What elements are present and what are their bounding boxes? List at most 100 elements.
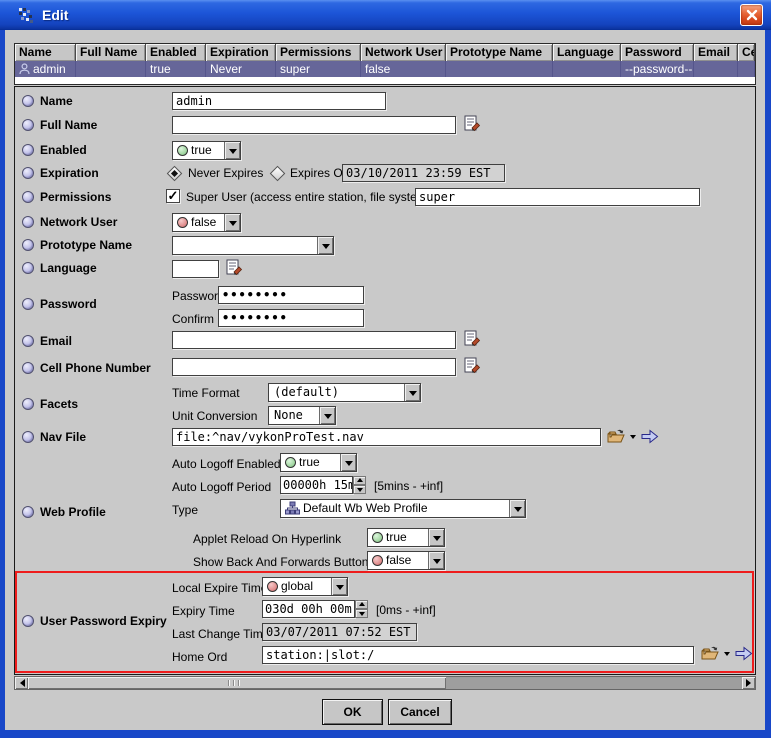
column-header-name[interactable]: Name xyxy=(15,44,76,61)
chevron-down-icon[interactable] xyxy=(224,142,240,159)
chevron-down-icon[interactable] xyxy=(319,407,335,424)
row-cell-full-name[interactable] xyxy=(76,61,146,77)
cell-phone-field[interactable] xyxy=(172,358,456,376)
row-cell-network-user[interactable]: false xyxy=(361,61,446,77)
folder-open-icon[interactable] xyxy=(700,645,720,667)
scroll-right-icon[interactable] xyxy=(742,677,755,689)
row-cell-password[interactable]: --password-- xyxy=(621,61,694,77)
email-field[interactable] xyxy=(172,331,456,349)
column-header-expiration[interactable]: Expiration xyxy=(206,44,276,61)
table-empty-area xyxy=(15,77,755,84)
option-user-password-expiry[interactable] xyxy=(22,615,34,627)
network-user-dropdown[interactable]: false xyxy=(172,213,241,232)
column-header-cell[interactable]: Cel xyxy=(738,44,755,61)
scroll-left-icon[interactable] xyxy=(15,677,28,689)
auto-logoff-period-stepper[interactable] xyxy=(353,476,366,494)
option-cell-phone[interactable] xyxy=(22,362,34,374)
web-profile-type-dropdown[interactable]: Default Wb Web Profile xyxy=(280,499,526,518)
row-cell-name[interactable]: admin xyxy=(15,61,76,77)
option-password[interactable] xyxy=(22,298,34,310)
row-cell-language[interactable] xyxy=(553,61,621,77)
text-editor-icon[interactable] xyxy=(464,357,481,380)
column-header-network-user[interactable]: Network User xyxy=(361,44,446,61)
cancel-button[interactable]: Cancel xyxy=(388,699,452,725)
auto-logoff-period-field[interactable]: 00000h 15m xyxy=(280,476,353,494)
titlebar[interactable]: Edit xyxy=(0,0,771,30)
password-field[interactable]: •••••••• xyxy=(218,286,364,304)
column-header-full-name[interactable]: Full Name xyxy=(76,44,146,61)
table-row[interactable]: admin true Never super false --password-… xyxy=(15,61,755,77)
page-title: Edit xyxy=(42,7,68,23)
show-back-dropdown[interactable]: false xyxy=(367,551,445,570)
close-icon[interactable] xyxy=(740,4,763,26)
row-cell-expiration[interactable]: Never xyxy=(206,61,276,77)
expires-on-date-field[interactable]: 03/10/2011 23:59 EST xyxy=(342,164,505,182)
permissions-field[interactable]: super xyxy=(415,188,700,206)
chevron-down-icon[interactable] xyxy=(404,384,420,401)
folder-menu-caret-icon[interactable] xyxy=(630,435,636,442)
option-full-name[interactable] xyxy=(22,119,34,131)
option-enabled[interactable] xyxy=(22,144,34,156)
applet-reload-dropdown[interactable]: true xyxy=(367,528,445,547)
option-permissions[interactable] xyxy=(22,191,34,203)
nav-file-field[interactable]: file:^nav/vykonProTest.nav xyxy=(172,428,601,446)
text-editor-icon[interactable] xyxy=(226,259,243,282)
chevron-down-icon[interactable] xyxy=(428,552,444,569)
expiry-time-field[interactable]: 030d 00h 00m xyxy=(262,600,355,618)
option-facets[interactable] xyxy=(22,398,34,410)
column-header-password[interactable]: Password xyxy=(621,44,694,61)
chevron-down-icon[interactable] xyxy=(509,500,525,517)
type-label: Type xyxy=(172,503,198,517)
hyperlink-arrow-icon[interactable] xyxy=(735,646,753,666)
option-prototype-name[interactable] xyxy=(22,239,34,251)
chevron-down-icon[interactable] xyxy=(224,214,240,231)
horizontal-scrollbar[interactable] xyxy=(14,676,756,690)
auto-logoff-enabled-dropdown[interactable]: true xyxy=(280,453,357,472)
option-nav-file[interactable] xyxy=(22,431,34,443)
user-password-expiry-label: User Password Expiry xyxy=(40,614,167,628)
chevron-down-icon[interactable] xyxy=(331,578,347,595)
row-cell-enabled[interactable]: true xyxy=(146,61,206,77)
name-label: Name xyxy=(40,94,73,108)
full-name-field[interactable] xyxy=(172,116,456,134)
option-email[interactable] xyxy=(22,335,34,347)
option-network-user[interactable] xyxy=(22,216,34,228)
column-header-language[interactable]: Language xyxy=(553,44,621,61)
row-cell-cell[interactable] xyxy=(738,61,755,77)
enabled-label: Enabled xyxy=(40,143,87,157)
confirm-password-field[interactable]: •••••••• xyxy=(218,309,364,327)
name-field[interactable]: admin xyxy=(172,92,386,110)
chevron-down-icon[interactable] xyxy=(340,454,356,471)
option-web-profile[interactable] xyxy=(22,506,34,518)
local-expire-dropdown[interactable]: global xyxy=(262,577,348,596)
chevron-down-icon[interactable] xyxy=(428,529,444,546)
row-cell-email[interactable] xyxy=(694,61,738,77)
option-name[interactable] xyxy=(22,95,34,107)
prototype-name-dropdown[interactable] xyxy=(172,236,334,255)
text-editor-icon[interactable] xyxy=(464,115,481,138)
time-format-dropdown[interactable]: (default) xyxy=(268,383,421,402)
last-change-field[interactable]: 03/07/2011 07:52 EST xyxy=(262,623,417,641)
folder-menu-caret-icon[interactable] xyxy=(724,652,730,659)
option-language[interactable] xyxy=(22,262,34,274)
column-header-enabled[interactable]: Enabled xyxy=(146,44,206,61)
ok-button[interactable]: OK xyxy=(322,699,383,725)
home-ord-field[interactable]: station:|slot:/ xyxy=(262,646,694,664)
column-header-permissions[interactable]: Permissions xyxy=(276,44,361,61)
row-cell-prototype-name[interactable] xyxy=(446,61,553,77)
folder-open-icon[interactable] xyxy=(606,428,626,450)
hyperlink-arrow-icon[interactable] xyxy=(641,429,659,449)
enabled-dropdown[interactable]: true xyxy=(172,141,241,160)
option-expiration[interactable] xyxy=(22,167,34,179)
row-cell-permissions[interactable]: super xyxy=(276,61,361,77)
unit-conversion-dropdown[interactable]: None xyxy=(268,406,336,425)
super-user-checkbox[interactable]: ✓ xyxy=(166,189,180,203)
language-field[interactable] xyxy=(172,260,219,278)
local-expire-label: Local Expire Time xyxy=(172,581,267,595)
expiry-time-stepper[interactable] xyxy=(355,600,368,618)
chevron-down-icon[interactable] xyxy=(317,237,333,254)
column-header-prototype-name[interactable]: Prototype Name xyxy=(446,44,553,61)
text-editor-icon[interactable] xyxy=(464,330,481,353)
scrollbar-thumb[interactable] xyxy=(28,677,446,689)
column-header-email[interactable]: Email xyxy=(694,44,738,61)
